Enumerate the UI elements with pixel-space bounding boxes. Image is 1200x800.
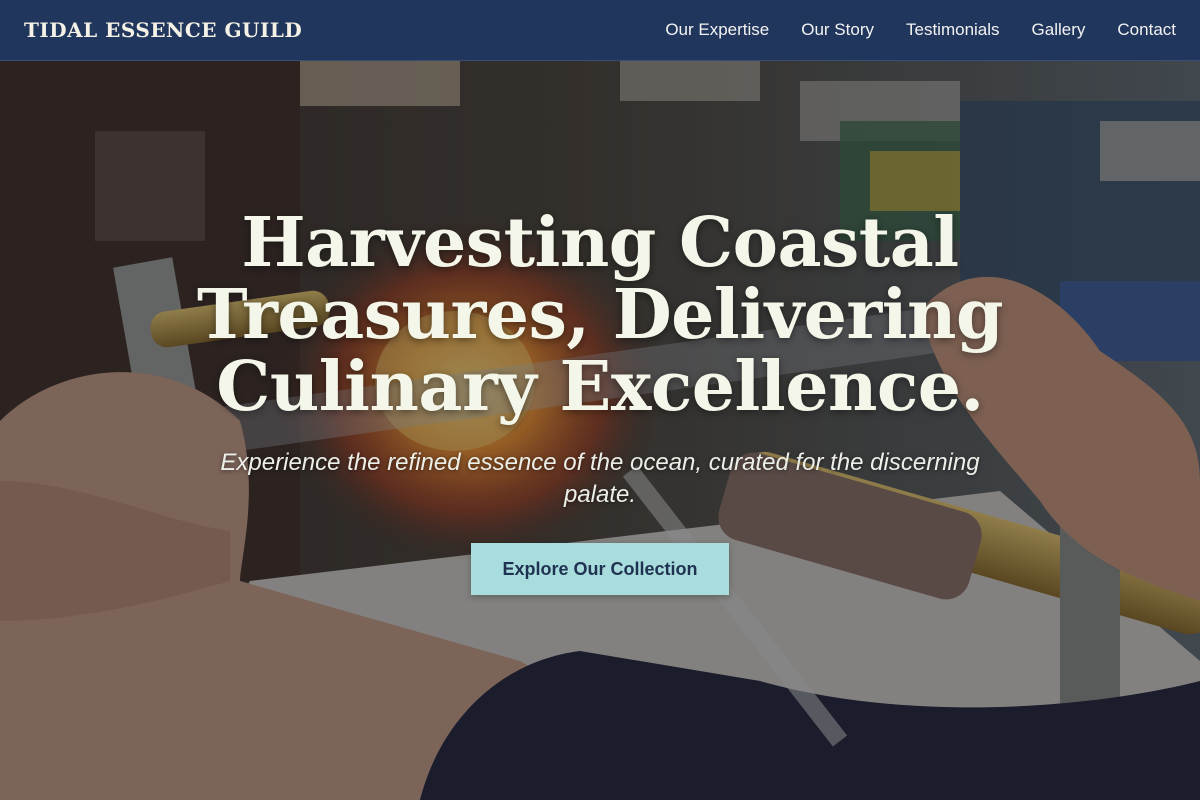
hero-subtitle: Experience the refined essence of the oc… [220, 449, 980, 508]
nav-link-our-expertise[interactable]: Our Expertise [665, 20, 769, 40]
hero-content: Harvesting Coastal Treasures, Delivering… [150, 207, 1050, 595]
nav-link-our-story[interactable]: Our Story [801, 20, 874, 40]
hero-title-line-2: Treasures, Delivering [196, 275, 1004, 355]
nav-link-contact[interactable]: Contact [1117, 20, 1176, 40]
hero-section: Harvesting Coastal Treasures, Delivering… [0, 61, 1200, 800]
explore-collection-button[interactable]: Explore Our Collection [471, 543, 729, 595]
top-navigation-bar: TIDAL ESSENCE GUILD Our Expertise Our St… [0, 0, 1200, 61]
nav-link-gallery[interactable]: Gallery [1032, 20, 1086, 40]
hero-title: Harvesting Coastal Treasures, Delivering… [150, 207, 1050, 423]
brand-logo-text[interactable]: TIDAL ESSENCE GUILD [24, 18, 302, 42]
nav-links: Our Expertise Our Story Testimonials Gal… [665, 20, 1176, 40]
hero-title-line-1: Harvesting Coastal [241, 203, 959, 283]
hero-title-line-3: Culinary Excellence. [216, 347, 984, 427]
nav-link-testimonials[interactable]: Testimonials [906, 20, 1000, 40]
